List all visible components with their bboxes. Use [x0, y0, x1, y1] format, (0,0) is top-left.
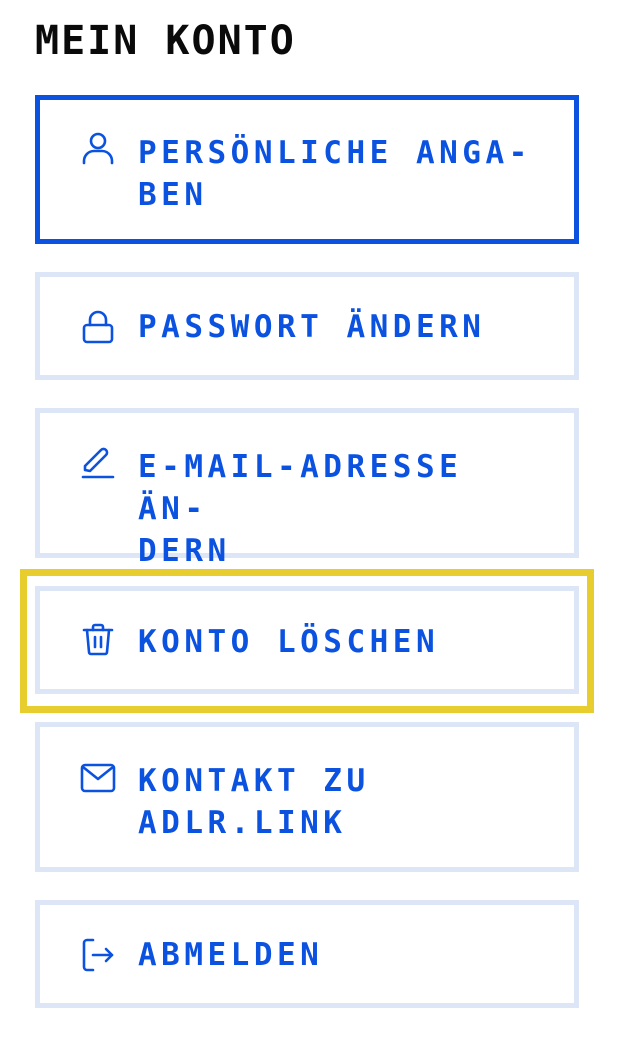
- lock-icon: [80, 309, 116, 345]
- menu-item-contact[interactable]: KONTAKT ZU ADLR.LINK: [35, 722, 579, 872]
- menu-item-label-line: E-MAIL-ADRESSE ÄN-: [138, 449, 463, 527]
- menu-item-label-line: KONTO LÖSCHEN: [138, 624, 440, 660]
- menu-item-label: ABMELDEN: [138, 934, 544, 976]
- menu-item-delete-account[interactable]: KONTO LÖSCHEN: [35, 586, 579, 694]
- menu-item-label: PERSÖNLICHE ANGA- BEN: [138, 132, 544, 216]
- pencil-icon: [80, 443, 116, 479]
- menu-item-label: KONTAKT ZU ADLR.LINK: [138, 760, 544, 844]
- menu-item-label-line: KONTAKT ZU: [138, 763, 370, 799]
- mail-icon: [80, 760, 116, 796]
- page-title: MEIN KONTO: [35, 18, 296, 64]
- user-icon: [80, 130, 116, 166]
- menu-item-label: E-MAIL-ADRESSE ÄN- DERN: [138, 446, 544, 572]
- menu-item-label-line: DERN: [138, 533, 231, 569]
- logout-icon: [80, 937, 116, 973]
- menu-item-label: PASSWORT ÄNDERN: [138, 306, 544, 348]
- menu-item-label-line: PERSÖNLICHE ANGA-: [138, 135, 532, 171]
- menu-item-label-line: ABMELDEN: [138, 937, 324, 973]
- menu-item-change-password[interactable]: PASSWORT ÄNDERN: [35, 272, 579, 380]
- menu-item-label-line: BEN: [138, 177, 208, 213]
- menu-item-personal-details[interactable]: PERSÖNLICHE ANGA- BEN: [35, 95, 579, 244]
- menu-item-label-line: PASSWORT ÄNDERN: [138, 309, 486, 345]
- menu-item-change-email[interactable]: E-MAIL-ADRESSE ÄN- DERN: [35, 408, 579, 569]
- menu-item-label-line: ADLR.LINK: [138, 805, 347, 841]
- trash-icon: [80, 621, 116, 657]
- menu-item-label: KONTO LÖSCHEN: [138, 621, 544, 663]
- menu-item-logout[interactable]: ABMELDEN: [35, 900, 579, 1008]
